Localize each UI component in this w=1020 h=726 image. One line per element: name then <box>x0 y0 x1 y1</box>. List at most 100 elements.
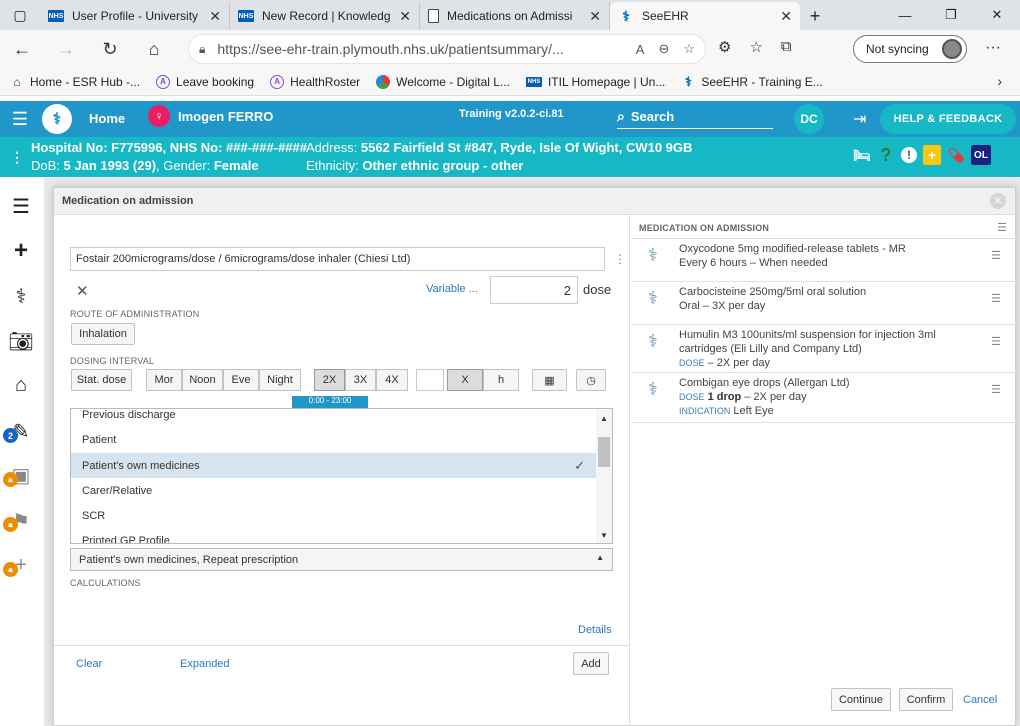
camera-icon[interactable]: 📷︎ <box>8 329 33 353</box>
ol-badge[interactable]: OL <box>971 145 991 165</box>
extensions-icon[interactable]: ⚙ <box>718 38 731 56</box>
home-icon[interactable]: ⌂ <box>132 39 176 60</box>
profile-sync-button[interactable]: Not syncing <box>853 35 967 63</box>
confirm-button[interactable]: Confirm <box>899 688 953 711</box>
patient-header[interactable]: ♀ Imogen FERRO <box>148 105 273 127</box>
custom-times-input[interactable] <box>416 369 444 391</box>
variable-dose-link[interactable]: Variable ... <box>426 283 478 295</box>
source-select[interactable]: Patient's own medicines, Repeat prescrip… <box>70 548 613 571</box>
refresh-icon[interactable]: ↻ <box>88 39 132 60</box>
more-options-icon[interactable]: ··· <box>985 39 1001 57</box>
logout-icon[interactable]: ⇥ <box>853 109 866 129</box>
hourly-button[interactable]: h <box>483 369 519 391</box>
scroll-down-icon[interactable]: ▼ <box>600 531 608 540</box>
clock-button[interactable]: ◷ <box>576 369 606 391</box>
restore-icon[interactable]: ❐ <box>928 0 974 30</box>
details-link[interactable]: Details <box>578 624 612 636</box>
favorites-icon[interactable]: ☆ <box>749 38 762 56</box>
app-logo[interactable]: ⚕ <box>42 104 72 134</box>
dropdown-option[interactable]: Printed GP Profile <box>71 528 597 543</box>
read-aloud-icon[interactable]: A <box>636 42 645 57</box>
modal-close-icon[interactable]: ✕ <box>990 193 1006 209</box>
browser-tab-active[interactable]: ⚕ SeeEHR ✕ <box>610 2 800 30</box>
scroll-thumb[interactable] <box>598 437 610 467</box>
plus-icon[interactable]: + <box>9 237 33 264</box>
favorite-welcome-digital[interactable]: Welcome - Digital L... <box>376 74 510 89</box>
three-times-button[interactable]: 3X <box>345 369 376 391</box>
twice-daily-button[interactable]: 2X <box>314 369 345 391</box>
tab-close-icon[interactable]: ✕ <box>780 8 792 25</box>
hamburger-menu-icon[interactable]: ☰ <box>0 109 40 130</box>
scroll-up-icon[interactable]: ▲ <box>600 414 608 423</box>
medication-item[interactable]: ⚕ Combigan eye drops (Allergan Ltd) DOSE… <box>631 373 1017 423</box>
add-favorite-icon[interactable]: ☆ <box>683 41 695 57</box>
favorite-healthroster[interactable]: A HealthRoster <box>270 74 360 89</box>
user-avatar[interactable]: DC <box>794 104 824 134</box>
banner-menu-icon[interactable]: ⋮ <box>10 149 24 166</box>
cancel-link[interactable]: Cancel <box>963 694 997 706</box>
medication-item[interactable]: ⚕ Oxycodone 5mg modified-release tablets… <box>631 239 1017 282</box>
browser-tab[interactable]: NHS New Record | Knowledg ✕ <box>230 2 420 30</box>
source-dropdown-list[interactable]: Previous discharge Patient Patient's own… <box>70 408 613 544</box>
continue-button[interactable]: Continue <box>831 688 891 711</box>
alert-icon[interactable]: ! <box>901 147 917 163</box>
new-tab-icon[interactable]: + <box>800 2 830 30</box>
forward-icon[interactable]: → <box>44 39 88 60</box>
drag-handle-icon[interactable]: ☰ <box>991 383 1001 396</box>
dose-input[interactable]: 2 <box>490 276 578 304</box>
favorite-itil[interactable]: NHS ITIL Homepage | Un... <box>525 75 665 89</box>
chevron-right-icon[interactable]: › <box>997 73 1002 89</box>
favorite-home-esr[interactable]: ⌂ Home - ESR Hub -... <box>10 75 140 89</box>
back-icon[interactable]: ← <box>0 39 44 60</box>
dropdown-scrollbar[interactable]: ▲ ▼ <box>596 409 612 543</box>
minimize-icon[interactable]: — <box>882 0 928 30</box>
route-inhalation-button[interactable]: Inhalation <box>71 323 135 345</box>
lock-icon[interactable]: 🔒︎ <box>199 42 205 57</box>
clear-link[interactable]: Clear <box>76 658 102 670</box>
expanded-link[interactable]: Expanded <box>180 658 230 670</box>
list-icon[interactable]: ☰ <box>9 194 33 218</box>
stethoscope-icon[interactable]: ⚕ <box>9 284 33 308</box>
url-bar[interactable]: 🔒︎ https://see-ehr-train.plymouth.nhs.uk… <box>188 34 706 64</box>
drug-info-icon[interactable]: ⋮ <box>614 252 626 266</box>
stat-dose-button[interactable]: Stat. dose <box>71 369 132 391</box>
window-close-icon[interactable]: ✕ <box>974 0 1020 30</box>
add-button[interactable]: Add <box>573 652 609 675</box>
medication-item[interactable]: ⚕ Humulin M3 100units/ml suspension for … <box>631 325 1017 373</box>
house-medical-icon[interactable]: ⌂ <box>9 373 33 397</box>
dropdown-option[interactable]: Carer/Relative <box>71 478 597 503</box>
url-text[interactable]: https://see-ehr-train.plymouth.nhs.uk/pa… <box>217 41 621 57</box>
search-input[interactable]: ⌕ Search <box>617 105 773 129</box>
tab-close-icon[interactable]: ✕ <box>209 8 221 25</box>
drug-name-field[interactable]: Fostair 200micrograms/dose / 6micrograms… <box>70 247 605 271</box>
help-feedback-button[interactable]: HELP & FEEDBACK <box>880 104 1016 134</box>
dropdown-option[interactable]: Previous discharge <box>71 409 597 427</box>
evening-button[interactable]: Eve <box>223 369 259 391</box>
clear-drug-icon[interactable]: ✕ <box>76 282 89 300</box>
browser-tab[interactable]: Medications on Admissi ✕ <box>420 2 610 30</box>
dropdown-option-selected[interactable]: Patient's own medicines ✓ <box>71 453 597 478</box>
calendar-button[interactable]: ▦ <box>532 369 567 391</box>
tab-close-icon[interactable]: ✕ <box>589 8 601 25</box>
drag-handle-icon[interactable]: ☰ <box>991 249 1001 262</box>
night-button[interactable]: Night <box>259 369 301 391</box>
drag-handle-icon[interactable]: ☰ <box>991 335 1001 348</box>
drag-handle-icon[interactable]: ☰ <box>991 292 1001 305</box>
dropdown-option[interactable]: Patient <box>71 427 597 452</box>
zoom-icon[interactable]: ⊖ <box>658 41 669 57</box>
x-times-button[interactable]: X <box>447 369 483 391</box>
medication-item[interactable]: ⚕ Carbocisteine 250mg/5ml oral solution … <box>631 282 1017 325</box>
home-link[interactable]: Home <box>89 111 125 126</box>
noon-button[interactable]: Noon <box>182 369 223 391</box>
collections-icon[interactable]: ⧉ <box>781 38 792 56</box>
clipboard-icon[interactable]: + <box>923 145 941 165</box>
favorite-leave-booking[interactable]: A Leave booking <box>156 74 254 89</box>
question-icon[interactable]: ? <box>877 145 895 165</box>
browser-tab[interactable]: NHS User Profile - University ✕ <box>40 2 230 30</box>
tab-close-icon[interactable]: ✕ <box>399 8 411 25</box>
four-times-button[interactable]: 4X <box>376 369 408 391</box>
list-menu-icon[interactable]: ☰ <box>997 221 1007 234</box>
pill-icon[interactable]: 💊︎ <box>947 145 965 165</box>
bed-icon[interactable]: 🛏︎ <box>853 145 871 165</box>
morning-button[interactable]: Mor <box>146 369 182 391</box>
